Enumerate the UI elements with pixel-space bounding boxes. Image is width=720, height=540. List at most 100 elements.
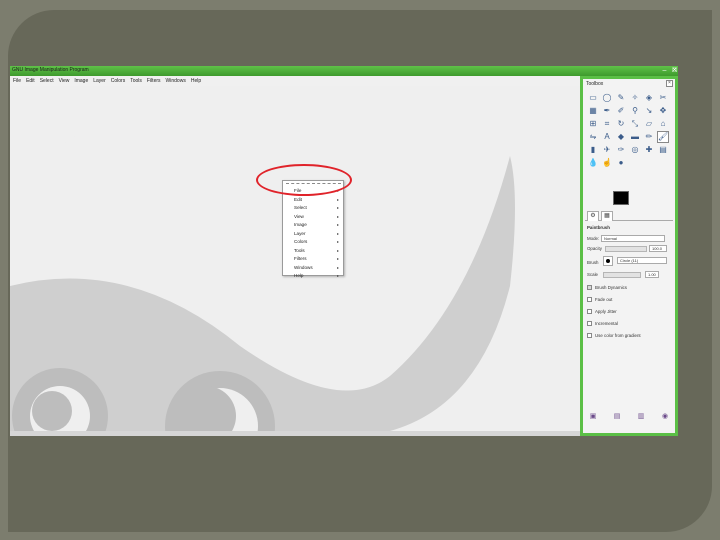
highlight-ring-annotation	[256, 164, 352, 196]
checkbox-label: Use color from gradient	[595, 333, 641, 338]
menu-file[interactable]: File	[13, 78, 21, 84]
tool-options-buttons: ▣ ▤ ▥ ◉	[589, 413, 669, 421]
measure-icon[interactable]: ↘	[644, 106, 654, 116]
brush-name-field[interactable]: Circle (11)	[617, 257, 667, 264]
context-item-tools[interactable]: Tools	[294, 248, 305, 253]
fuzzy-select-icon[interactable]: ✧	[630, 93, 640, 103]
delete-options-icon[interactable]: ▥	[637, 413, 645, 421]
submenu-arrow-icon: ▸	[337, 196, 340, 202]
paintbrush-icon[interactable]: 🖌	[657, 131, 669, 143]
dodge-icon[interactable]: ●	[616, 158, 626, 168]
brush-preview[interactable]	[603, 256, 613, 266]
checkbox-label: Incremental	[595, 321, 618, 326]
mode-label: Mode:	[587, 236, 600, 241]
reset-options-icon[interactable]: ◉	[661, 413, 669, 421]
submenu-arrow-icon: ▸	[337, 205, 340, 210]
clone-icon[interactable]: ◎	[630, 145, 640, 155]
paths-icon[interactable]: ✒	[602, 106, 612, 116]
foreground-color-swatch[interactable]	[613, 191, 629, 205]
submenu-arrow-icon: ▸	[337, 247, 340, 253]
smudge-icon[interactable]: ☝	[602, 158, 612, 168]
blend-icon[interactable]: ▬	[630, 132, 640, 142]
text-icon[interactable]: A	[602, 132, 612, 142]
brush-dot-icon	[606, 259, 610, 263]
color-picker-icon[interactable]: ✐	[616, 106, 626, 116]
submenu-arrow-icon: ▸	[337, 264, 340, 270]
crop-icon[interactable]: ⌗	[602, 119, 612, 129]
menu-help[interactable]: Help	[191, 78, 201, 84]
checkbox-label: Brush Dynamics	[595, 285, 627, 290]
menu-layer[interactable]: Layer	[93, 78, 106, 84]
context-item-filters[interactable]: Filters	[294, 256, 307, 261]
submenu-arrow-icon: ▸	[337, 239, 340, 244]
ellipse-select-icon[interactable]: ◯	[602, 93, 612, 103]
pencil-icon[interactable]: ✏	[644, 132, 654, 142]
context-item-layer[interactable]: Layer	[294, 231, 306, 236]
zoom-icon[interactable]: ⚲	[630, 106, 640, 116]
ink-icon[interactable]: ✑	[616, 145, 626, 155]
menu-select[interactable]: Select	[40, 78, 54, 84]
context-item-help[interactable]: Help	[294, 273, 303, 278]
rotate-icon[interactable]: ↻	[616, 119, 626, 129]
gimp-main-window: GNU Image Manipulation Program – □ File …	[10, 66, 678, 436]
menu-windows[interactable]: Windows	[166, 78, 186, 84]
menu-tools[interactable]: Tools	[130, 78, 142, 84]
free-select-icon[interactable]: ✎	[616, 93, 626, 103]
checkbox-fade-out[interactable]	[587, 297, 592, 302]
context-item-select[interactable]: Select	[294, 205, 307, 210]
context-item-edit[interactable]: Edit	[294, 197, 302, 202]
brush-label: Brush	[587, 260, 599, 265]
move-icon[interactable]: ✥	[658, 106, 668, 116]
tab-tool-options[interactable]: ⚙	[587, 211, 599, 221]
context-item-colors[interactable]: Colors	[294, 239, 307, 244]
submenu-arrow-icon: ▸	[337, 256, 340, 261]
context-item-image[interactable]: Image	[294, 222, 307, 227]
minimize-button[interactable]: –	[660, 67, 669, 75]
menu-image[interactable]: Image	[74, 78, 88, 84]
airbrush-icon[interactable]: ✈	[602, 145, 612, 155]
scale-value-field[interactable]: 1.00	[645, 271, 659, 278]
select-by-color-icon[interactable]: ◈	[644, 93, 654, 103]
title-bar[interactable]: GNU Image Manipulation Program – □	[10, 66, 678, 76]
opacity-slider[interactable]	[605, 246, 647, 252]
bucket-fill-icon[interactable]: ◆	[616, 132, 626, 142]
restore-options-icon[interactable]: ▤	[613, 413, 621, 421]
menu-bar: File Edit Select View Image Layer Colors…	[10, 76, 580, 86]
context-item-windows[interactable]: Windows	[294, 265, 313, 270]
perspective-clone-icon[interactable]: ▤	[658, 145, 668, 155]
align-icon[interactable]: ⊞	[588, 119, 598, 129]
blur-icon[interactable]: 💧	[588, 158, 598, 168]
checkbox-apply-jitter[interactable]	[587, 309, 592, 314]
scissors-icon[interactable]: ✂	[658, 93, 668, 103]
window-title: GNU Image Manipulation Program	[12, 67, 89, 73]
menu-view[interactable]: View	[59, 78, 70, 84]
perspective-icon[interactable]: ⌂	[658, 119, 668, 129]
toolbox-close-button[interactable]: ×	[666, 80, 673, 87]
menu-filters[interactable]: Filters	[147, 78, 161, 84]
mode-select[interactable]: Normal	[601, 235, 665, 242]
menu-colors[interactable]: Colors	[111, 78, 125, 84]
rect-select-icon[interactable]: ▭	[588, 93, 598, 103]
scale-icon[interactable]: ⤡	[630, 119, 640, 129]
submenu-arrow-icon: ▸	[337, 273, 340, 278]
context-item-view[interactable]: View	[294, 214, 304, 219]
flip-icon[interactable]: ⇋	[588, 132, 598, 142]
submenu-arrow-icon: ▸	[337, 230, 340, 236]
tab-device-status[interactable]: ▦	[601, 211, 613, 221]
close-button[interactable]: ✕	[670, 67, 679, 75]
toolbox-panel: Toolbox × ▭ ◯ ✎ ✧ ◈ ✂ ▦ ✒ ✐ ⚲ ↘ ✥ ⊞ ⌗ ↻ ⤡ ▱ ⌂ ⇋ A ◆ ▬ ✏ 🖌 ▮ ✈ ✑ ◎ ✚ ▤…	[580, 76, 678, 436]
menu-edit[interactable]: Edit	[26, 78, 35, 84]
shear-icon[interactable]: ▱	[644, 119, 654, 129]
foreground-select-icon[interactable]: ▦	[588, 106, 598, 116]
scale-slider[interactable]	[603, 272, 641, 278]
save-options-icon[interactable]: ▣	[589, 413, 597, 421]
eraser-icon[interactable]: ▮	[588, 145, 598, 155]
submenu-arrow-icon: ▸	[337, 213, 340, 219]
checkbox-incremental[interactable]	[587, 321, 592, 326]
checkbox-brush-dynamics[interactable]	[587, 285, 592, 290]
heal-icon[interactable]: ✚	[644, 145, 654, 155]
dock-tab-strip: ⚙ ▦	[585, 211, 673, 221]
submenu-arrow-icon: ▸	[337, 222, 340, 227]
opacity-value-field[interactable]: 100.0	[649, 245, 667, 252]
checkbox-use-color-from-gradient[interactable]	[587, 333, 592, 338]
